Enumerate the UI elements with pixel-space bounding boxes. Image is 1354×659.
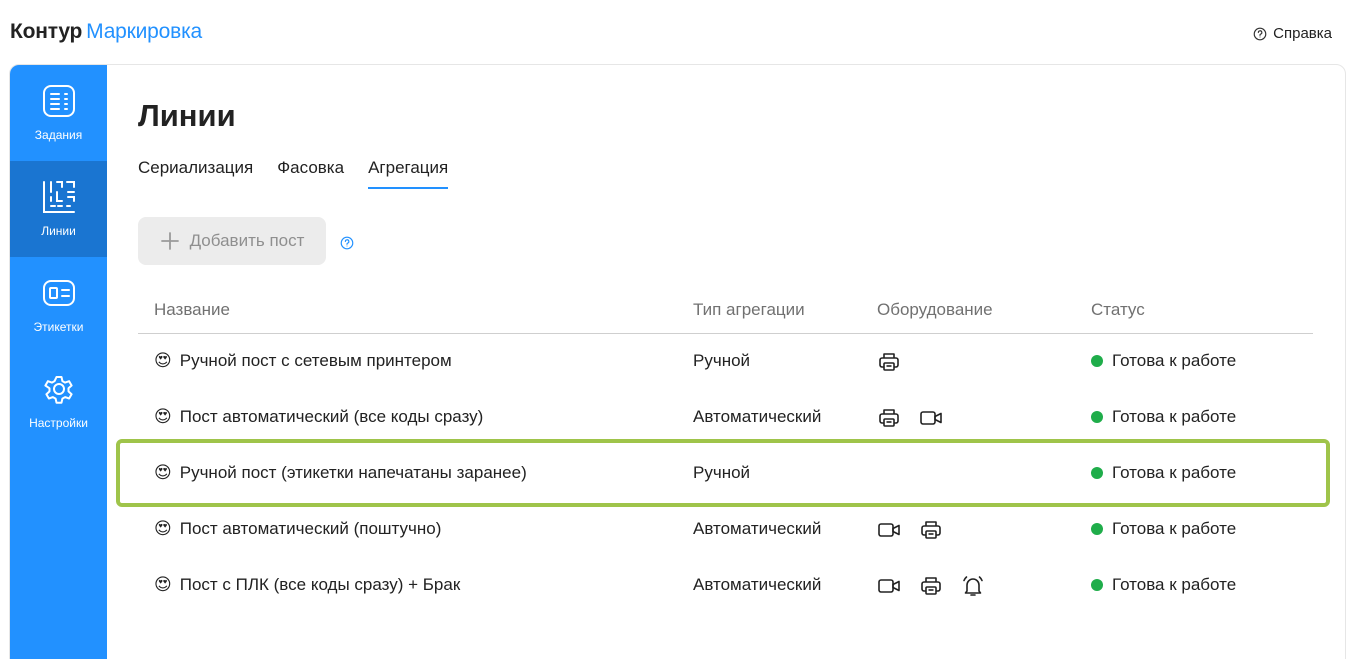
status-label: Готова к работе [1112,463,1237,482]
labels-icon [42,280,75,306]
tab-serialization[interactable]: Сериализация [138,158,253,189]
header-status: Статус [1091,300,1145,319]
row-name: Пост автоматический (все коды сразу) [179,407,484,426]
table-row[interactable]: 😍 Пост автоматический (поштучно) Автоматич… [138,502,1313,558]
sidebar-item-label: Задания [34,128,83,142]
page-title: Линии [138,98,236,133]
question-circle-icon [1253,27,1267,40]
row-equipment [877,574,985,598]
row-status: Готова к работе [1091,407,1236,427]
tabs: Сериализация Фасовка Агрегация [138,158,449,189]
row-type: Ручной [693,463,751,482]
row-name: Ручной пост (этикетки напечатаны заранее… [179,463,527,482]
row-type: Автоматический [693,407,822,426]
status-dot-icon [1091,355,1103,367]
tasks-icon [42,85,75,117]
camera-icon [919,406,943,430]
status-dot-icon [1091,523,1103,535]
status-label: Готова к работе [1112,407,1237,426]
row-status: Готова к работе [1091,351,1236,371]
row-status: Готова к работе [1091,519,1236,539]
status-dot-icon [1091,467,1103,479]
camera-icon [877,518,901,542]
camera-icon [877,574,901,598]
table-row[interactable]: 😍 Ручной пост (этикетки напечатаны заране… [138,446,1313,502]
table-row[interactable]: 😍 Пост с ПЛК (все коды сразу) + Брак Автом… [138,558,1313,614]
header-type: Тип агрегации [693,300,805,319]
status-label: Готова к работе [1112,519,1237,538]
row-equipment [877,518,943,542]
emoji-icon: 😍 [154,350,172,371]
sidebar-item-settings[interactable]: Настройки [10,353,107,449]
table-body: 😍 Ручной пост с сетевым принтером Ручной Го… [138,334,1313,614]
row-name-cell: 😍 Пост автоматический (поштучно) [154,519,441,539]
row-name-cell: 😍 Ручной пост (этикетки напечатаны заране… [154,463,527,483]
emoji-icon: 😍 [154,574,172,595]
bell-icon [961,574,985,598]
row-type: Автоматический [693,575,822,594]
printer-icon [877,350,901,374]
printer-icon [877,406,901,430]
emoji-icon: 😍 [154,406,172,427]
top-bar: Контур Маркировка Справка [0,0,1354,64]
row-status: Готова к работе [1091,575,1236,595]
table-row[interactable]: 😍 Пост автоматический (все коды сразу) Авт… [138,390,1313,446]
status-label: Готова к работе [1112,575,1237,594]
app-logo[interactable]: Контур Маркировка [10,20,202,44]
sidebar-item-label: Настройки [29,416,88,430]
row-type: Ручной [693,351,751,370]
row-name: Пост автоматический (поштучно) [179,519,442,538]
sidebar-item-label: Этикетки [33,320,84,334]
logo-brand: Контур [10,20,83,43]
logo-product: Маркировка [86,20,203,43]
posts-table: Название Тип агрегации Оборудование Стат… [138,290,1313,614]
add-post-button[interactable]: Добавить пост [138,217,326,265]
header-equipment: Оборудование [877,300,993,319]
row-name-cell: 😍 Ручной пост с сетевым принтером [154,351,452,371]
question-circle-icon[interactable] [340,236,354,250]
sidebar-item-labels[interactable]: Этикетки [10,257,107,353]
row-type: Автоматический [693,519,822,538]
row-equipment [877,350,901,374]
row-status: Готова к работе [1091,463,1236,483]
header-name: Название [154,300,230,319]
tab-packing[interactable]: Фасовка [277,158,344,189]
tab-aggregation[interactable]: Агрегация [368,158,449,189]
emoji-icon: 😍 [154,518,172,539]
sidebar-item-tasks[interactable]: Задания [10,65,107,161]
lines-icon [42,181,75,213]
status-dot-icon [1091,411,1103,423]
add-post-label: Добавить пост [189,231,305,250]
table-row[interactable]: 😍 Ручной пост с сетевым принтером Ручной Го… [138,334,1313,390]
sidebar-item-label: Линии [41,224,76,238]
row-name: Пост с ПЛК (все коды сразу) + Брак [179,575,461,594]
row-name-cell: 😍 Пост автоматический (все коды сразу) [154,407,483,427]
status-label: Готова к работе [1112,351,1237,370]
row-name-cell: 😍 Пост с ПЛК (все коды сразу) + Брак [154,575,460,595]
printer-icon [919,518,943,542]
sidebar-item-lines[interactable]: Линии [10,161,107,257]
row-name: Ручной пост с сетевым принтером [179,351,452,370]
help-label: Справка [1273,25,1332,42]
table-header: Название Тип агрегации Оборудование Стат… [138,290,1313,334]
help-link[interactable]: Справка [1253,25,1332,42]
emoji-icon: 😍 [154,462,172,483]
row-equipment [877,406,943,430]
status-dot-icon [1091,579,1103,591]
plus-icon [160,232,179,250]
sidebar: Задания Линии Этикетки Настройки [10,65,107,659]
printer-icon [919,574,943,598]
app-card: Задания Линии Этикетки Настройки Линии С… [9,64,1346,659]
main-content: Линии Сериализация Фасовка Агрегация Доб… [107,65,1345,659]
settings-icon [43,376,73,404]
